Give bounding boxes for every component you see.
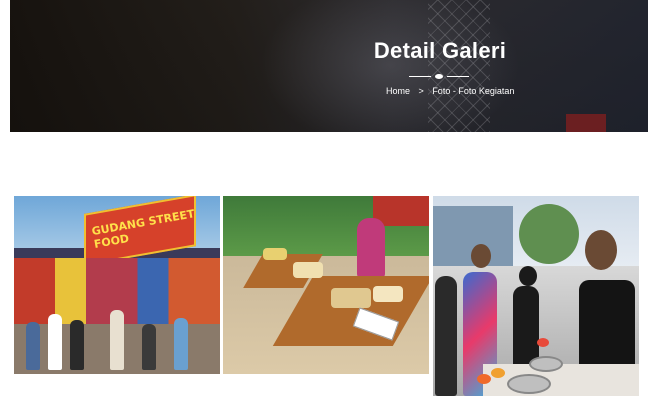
breadcrumb-home-link[interactable]: Home	[386, 86, 410, 96]
breadcrumb-current: Foto - Foto Kegiatan	[432, 86, 515, 96]
page-header-banner: Detail Galeri Home > Foto - Foto Kegiata…	[10, 0, 648, 132]
gallery-photo-street-food[interactable]: GUDANG STREET FOOD	[14, 196, 220, 374]
breadcrumb-separator: >	[418, 86, 424, 96]
header-background-tower	[428, 0, 490, 132]
gallery-photo-market-tables[interactable]	[223, 196, 429, 374]
gallery-photo-cooking-crowd[interactable]	[433, 196, 639, 396]
breadcrumb: Home > Foto - Foto Kegiatan	[386, 86, 514, 96]
title-divider	[409, 73, 469, 81]
page-title: Detail Galeri	[373, 38, 507, 63]
header-background-detail	[566, 114, 606, 132]
